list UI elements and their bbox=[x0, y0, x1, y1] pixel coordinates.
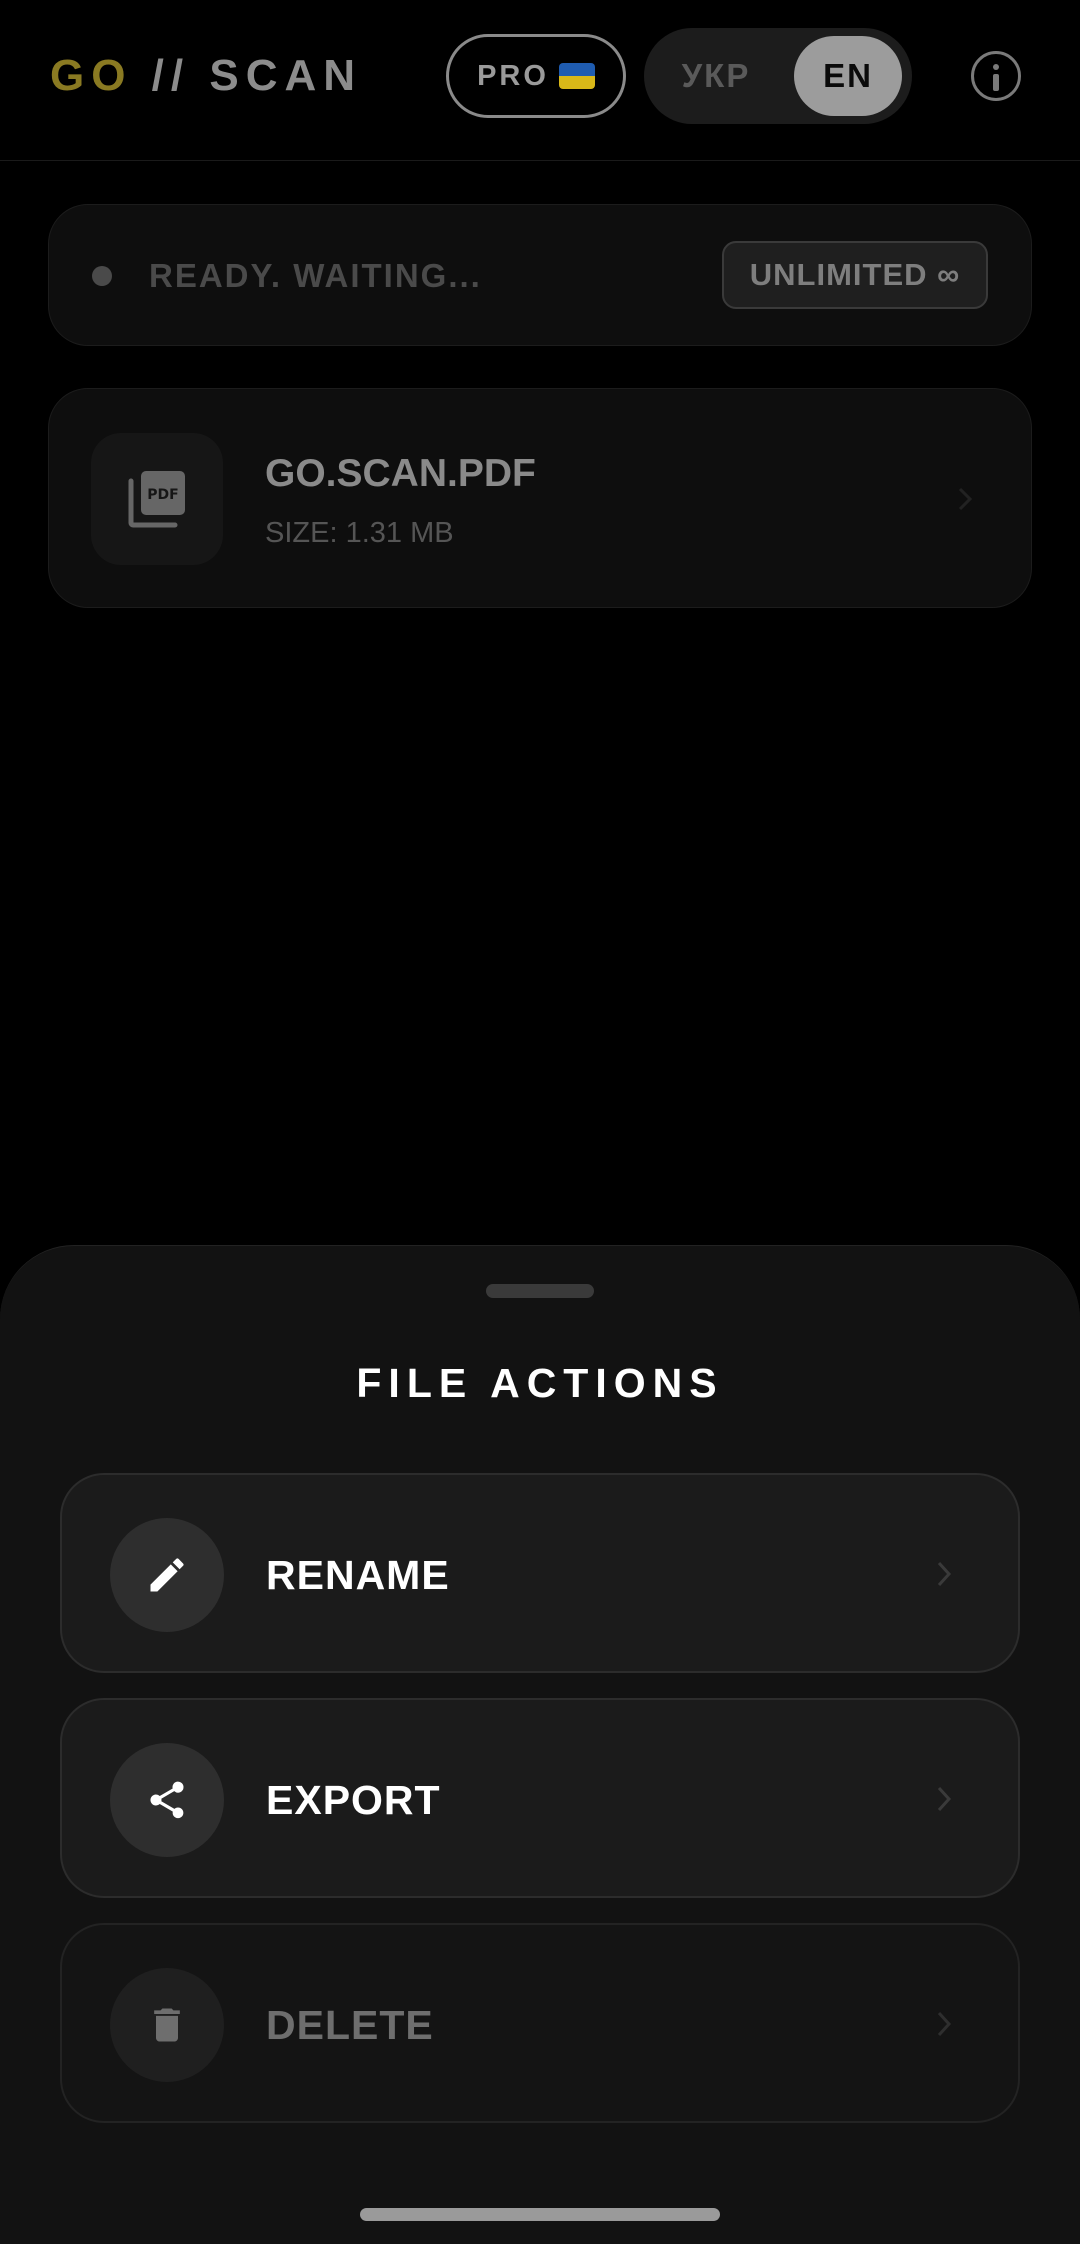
status-text: READY. WAITING... bbox=[149, 257, 482, 294]
pro-button[interactable]: PRO bbox=[446, 34, 626, 118]
svg-text:PDF: PDF bbox=[147, 487, 178, 503]
unlimited-badge: UNLIMITED ∞ bbox=[722, 241, 988, 309]
rename-button[interactable]: RENAME bbox=[60, 1473, 1020, 1673]
sheet-title: FILE ACTIONS bbox=[356, 1360, 724, 1406]
chevron-right-icon bbox=[937, 2011, 952, 2037]
info-icon[interactable] bbox=[971, 51, 1021, 101]
status-card: READY. WAITING... UNLIMITED ∞ bbox=[48, 204, 1032, 346]
logo-go: GO bbox=[50, 51, 133, 100]
chevron-right-icon bbox=[937, 1561, 952, 1587]
file-size: SIZE: 1.31 MB bbox=[265, 517, 454, 549]
screen: GO // SCAN PRO УКР EN READY. WAITING... … bbox=[0, 0, 1080, 2244]
file-name: GO.SCAN.PDF bbox=[265, 452, 536, 495]
language-option-ukr[interactable]: УКР bbox=[656, 36, 776, 116]
file-thumbnail: PDF bbox=[91, 433, 223, 565]
home-indicator[interactable] bbox=[360, 2208, 720, 2221]
export-label: EXPORT bbox=[266, 1777, 441, 1823]
trash-icon bbox=[110, 1968, 224, 2082]
status-indicator-dot bbox=[92, 266, 112, 286]
logo-scan: // SCAN bbox=[132, 51, 363, 100]
app-logo: GO // SCAN bbox=[50, 46, 362, 106]
share-icon bbox=[110, 1743, 224, 1857]
pdf-icon: PDF bbox=[128, 471, 185, 528]
delete-label: DELETE bbox=[266, 2002, 434, 2048]
pro-label: PRO bbox=[477, 59, 549, 92]
export-button[interactable]: EXPORT bbox=[60, 1698, 1020, 1898]
file-card[interactable]: PDF GO.SCAN.PDF SIZE: 1.31 MB bbox=[48, 388, 1032, 608]
sheet-drag-handle[interactable] bbox=[486, 1284, 594, 1298]
chevron-right-icon bbox=[958, 487, 973, 511]
file-actions-sheet: FILE ACTIONS RENAME EXPORT DELETE bbox=[0, 1245, 1080, 2244]
ukraine-flag-icon bbox=[558, 63, 595, 89]
language-option-en[interactable]: EN bbox=[794, 36, 902, 116]
rename-label: RENAME bbox=[266, 1552, 450, 1598]
pencil-icon bbox=[110, 1518, 224, 1632]
chevron-right-icon bbox=[937, 1786, 952, 1812]
delete-button[interactable]: DELETE bbox=[60, 1923, 1020, 2123]
language-toggle: УКР EN bbox=[644, 28, 912, 124]
app-header: GO // SCAN PRO УКР EN bbox=[0, 0, 1080, 161]
